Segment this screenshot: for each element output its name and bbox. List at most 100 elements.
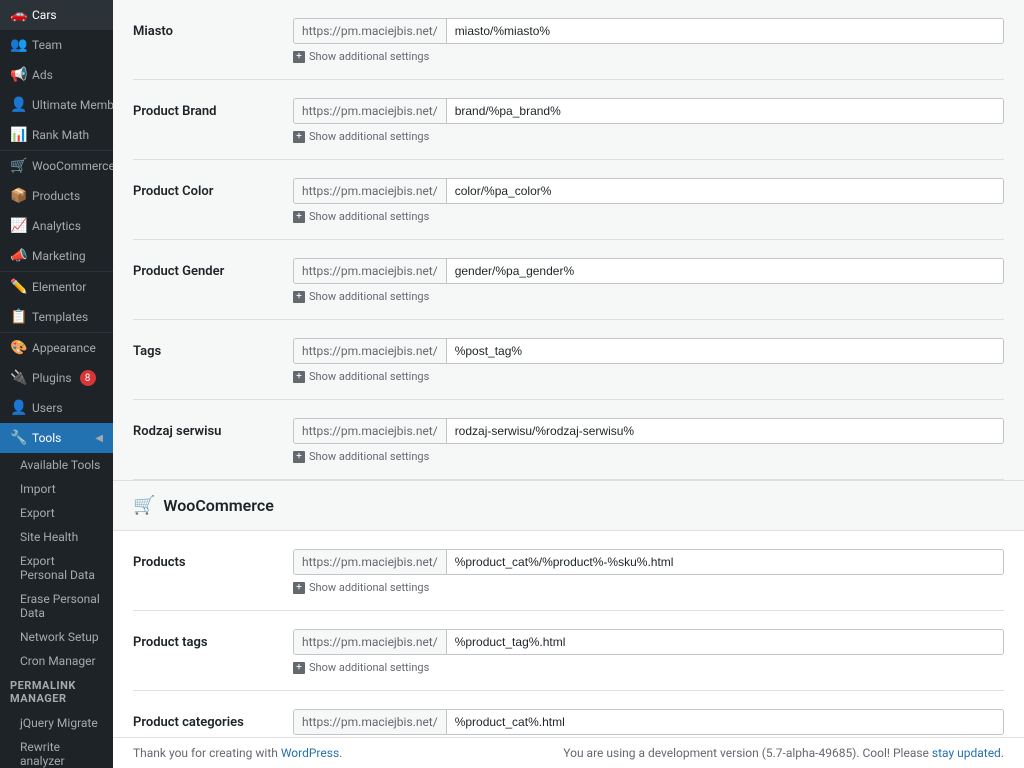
- ultimate-member-icon: 👤: [10, 97, 26, 113]
- field-section-product-brand: Product Brand https://pm.maciejbis.net/ …: [133, 80, 1004, 160]
- woocommerce-fields-section: Products https://pm.maciejbis.net/ + Sho…: [113, 531, 1024, 737]
- field-input-woo-products[interactable]: [447, 550, 1003, 574]
- field-label-product-color: Product Color: [133, 184, 293, 199]
- show-additional-product-brand[interactable]: + Show additional settings: [133, 128, 1004, 149]
- sidebar-label-team: Team: [32, 38, 62, 52]
- show-additional-label-product-gender: Show additional settings: [309, 290, 429, 303]
- sidebar-item-templates[interactable]: 📋 Templates: [0, 302, 113, 332]
- show-additional-label-product-brand: Show additional settings: [309, 130, 429, 143]
- show-additional-woo-products[interactable]: + Show additional settings: [133, 579, 1004, 600]
- show-additional-label-rodzaj-serwisu: Show additional settings: [309, 450, 429, 463]
- field-input-product-tags[interactable]: [447, 630, 1003, 654]
- sidebar-item-team[interactable]: 👥 Team: [0, 30, 113, 60]
- field-input-wrap-product-gender: https://pm.maciejbis.net/: [293, 258, 1004, 284]
- submenu-network-setup[interactable]: Network Setup: [0, 625, 113, 649]
- appearance-icon: 🎨: [10, 340, 26, 356]
- sidebar: 🚗 Cars 👥 Team 📢 Ads 👤 Ultimate Member 📊 …: [0, 0, 113, 768]
- show-additional-product-color[interactable]: + Show additional settings: [133, 208, 1004, 229]
- field-row-tags: Tags https://pm.maciejbis.net/: [133, 330, 1004, 368]
- submenu-available-tools[interactable]: Available Tools: [0, 453, 113, 477]
- show-additional-label-tags: Show additional settings: [309, 370, 429, 383]
- sidebar-item-ultimate-member[interactable]: 👤 Ultimate Member: [0, 90, 113, 120]
- sidebar-item-elementor[interactable]: ✏️ Elementor: [0, 272, 113, 302]
- sidebar-item-marketing[interactable]: 📣 Marketing: [0, 241, 113, 271]
- footer-right: You are using a development version (5.7…: [563, 746, 1004, 760]
- woocommerce-section-header: 🛒 WooCommerce: [113, 480, 1024, 531]
- footer-stay-updated-link[interactable]: stay updated: [932, 746, 1001, 760]
- sidebar-label-users: Users: [32, 401, 63, 415]
- footer-left-text: Thank you for creating with: [133, 746, 281, 760]
- field-input-wrap-rodzaj-serwisu: https://pm.maciejbis.net/: [293, 418, 1004, 444]
- field-input-wrap-product-brand: https://pm.maciejbis.net/: [293, 98, 1004, 124]
- field-prefix-rodzaj-serwisu: https://pm.maciejbis.net/: [294, 419, 447, 443]
- sidebar-item-plugins[interactable]: 🔌 Plugins 8: [0, 363, 113, 393]
- plus-icon-miasto: +: [293, 51, 305, 63]
- sidebar-label-products: Products: [32, 189, 80, 203]
- field-input-wrap-tags: https://pm.maciejbis.net/: [293, 338, 1004, 364]
- sidebar-item-analytics[interactable]: 📈 Analytics: [0, 211, 113, 241]
- field-section-rodzaj-serwisu: Rodzaj serwisu https://pm.maciejbis.net/…: [133, 400, 1004, 480]
- field-label-product-brand: Product Brand: [133, 104, 293, 119]
- sidebar-item-tools[interactable]: 🔧 Tools ◀: [0, 423, 113, 453]
- sidebar-label-cars: Cars: [32, 8, 57, 22]
- sidebar-label-appearance: Appearance: [32, 341, 96, 355]
- submenu-rewrite-analyzer[interactable]: Rewrite analyzer: [0, 735, 113, 768]
- show-additional-tags[interactable]: + Show additional settings: [133, 368, 1004, 389]
- submenu-export-personal-data[interactable]: Export Personal Data: [0, 549, 113, 587]
- field-input-product-brand[interactable]: [447, 99, 1003, 123]
- elementor-icon: ✏️: [10, 279, 26, 295]
- plus-icon-tags: +: [293, 371, 305, 383]
- submenu-jquery-migrate[interactable]: jQuery Migrate: [0, 711, 113, 735]
- sidebar-label-ads: Ads: [32, 68, 53, 82]
- field-section-woo-products: Products https://pm.maciejbis.net/ + Sho…: [133, 531, 1004, 611]
- sidebar-item-rank-math[interactable]: 📊 Rank Math: [0, 120, 113, 150]
- sidebar-item-woocommerce[interactable]: 🛒 WooCommerce: [0, 151, 113, 181]
- show-additional-label-miasto: Show additional settings: [309, 50, 429, 63]
- field-row-product-tags: Product tags https://pm.maciejbis.net/: [133, 621, 1004, 659]
- field-row-product-categories: Product categories https://pm.maciejbis.…: [133, 701, 1004, 737]
- field-input-tags[interactable]: [447, 339, 1003, 363]
- sidebar-item-cars[interactable]: 🚗 Cars: [0, 0, 113, 30]
- field-label-product-categories: Product categories: [133, 715, 293, 730]
- field-input-wrap-woo-products: https://pm.maciejbis.net/: [293, 549, 1004, 575]
- submenu-import[interactable]: Import: [0, 477, 113, 501]
- submenu-export[interactable]: Export: [0, 501, 113, 525]
- field-section-product-color: Product Color https://pm.maciejbis.net/ …: [133, 160, 1004, 240]
- show-additional-rodzaj-serwisu[interactable]: + Show additional settings: [133, 448, 1004, 469]
- sidebar-item-appearance[interactable]: 🎨 Appearance: [0, 333, 113, 363]
- show-additional-label-product-color: Show additional settings: [309, 210, 429, 223]
- rank-math-icon: 📊: [10, 127, 26, 143]
- sidebar-item-ads[interactable]: 📢 Ads: [0, 60, 113, 90]
- footer-wordpress-link[interactable]: WordPress: [281, 746, 339, 760]
- cars-icon: 🚗: [10, 7, 26, 23]
- submenu-cron-manager[interactable]: Cron Manager: [0, 649, 113, 673]
- submenu-erase-personal-data[interactable]: Erase Personal Data: [0, 587, 113, 625]
- sidebar-label-ultimate-member: Ultimate Member: [32, 98, 113, 112]
- field-input-product-color[interactable]: [447, 179, 1003, 203]
- sidebar-label-tools: Tools: [32, 431, 61, 445]
- field-input-product-gender[interactable]: [447, 259, 1003, 283]
- sidebar-item-products[interactable]: 📦 Products: [0, 181, 113, 211]
- tools-icon: 🔧: [10, 430, 26, 446]
- show-additional-product-gender[interactable]: + Show additional settings: [133, 288, 1004, 309]
- show-additional-label-product-tags: Show additional settings: [309, 661, 429, 674]
- field-input-miasto[interactable]: [447, 19, 1003, 43]
- field-label-rodzaj-serwisu: Rodzaj serwisu: [133, 424, 293, 439]
- permalink-submenu: jQuery Migrate Rewrite analyzer Schedule…: [0, 711, 113, 768]
- woocommerce-icon: 🛒: [10, 158, 26, 174]
- submenu-site-health[interactable]: Site Health: [0, 525, 113, 549]
- content-scroll-area: Miasto https://pm.maciejbis.net/ + Show …: [113, 0, 1024, 737]
- show-additional-product-tags[interactable]: + Show additional settings: [133, 659, 1004, 680]
- field-section-product-tags: Product tags https://pm.maciejbis.net/ +…: [133, 611, 1004, 691]
- field-input-product-categories[interactable]: [447, 710, 1003, 734]
- sidebar-item-users[interactable]: 👤 Users: [0, 393, 113, 423]
- team-icon: 👥: [10, 37, 26, 53]
- field-row-miasto: Miasto https://pm.maciejbis.net/: [133, 10, 1004, 48]
- sidebar-label-woocommerce: WooCommerce: [32, 159, 113, 173]
- field-input-rodzaj-serwisu[interactable]: [447, 419, 1003, 443]
- woocommerce-section-icon: 🛒: [133, 495, 155, 516]
- field-prefix-product-gender: https://pm.maciejbis.net/: [294, 259, 447, 283]
- field-prefix-product-tags: https://pm.maciejbis.net/: [294, 630, 447, 654]
- show-additional-miasto[interactable]: + Show additional settings: [133, 48, 1004, 69]
- ads-icon: 📢: [10, 67, 26, 83]
